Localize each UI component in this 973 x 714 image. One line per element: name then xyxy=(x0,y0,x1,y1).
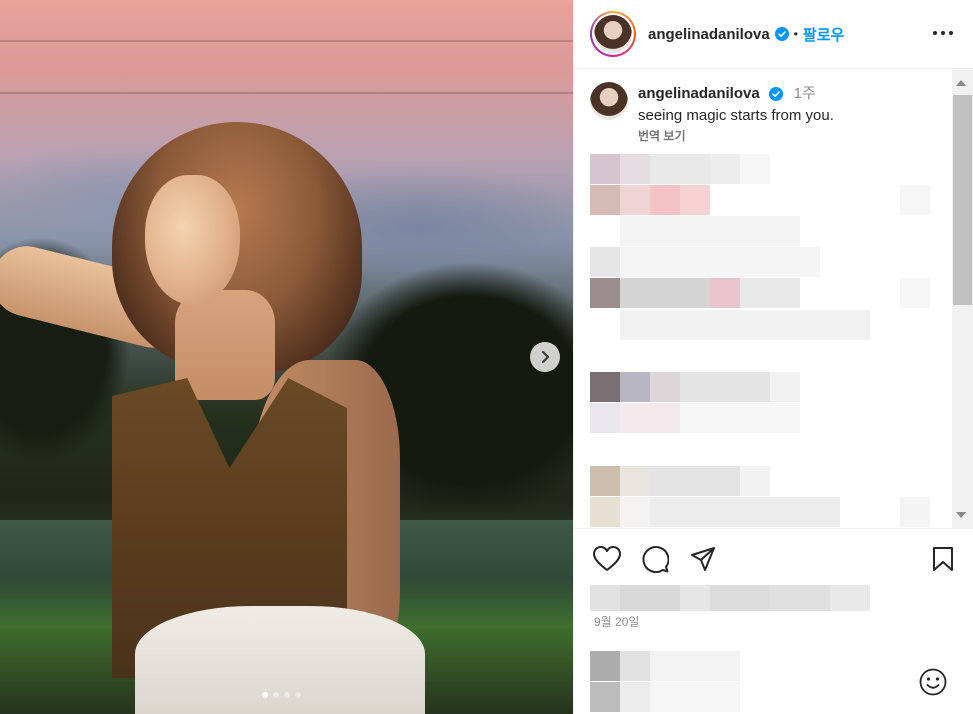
avatar xyxy=(594,15,632,53)
caption-time: 1주 xyxy=(793,85,816,102)
translate-link[interactable]: 번역 보기 xyxy=(638,127,834,144)
post-side-panel: angelinadanilova • 팔로우 angelinadanilova xyxy=(573,0,973,714)
emoji-icon[interactable] xyxy=(918,667,948,697)
verified-badge-icon xyxy=(769,86,784,101)
post-header: angelinadanilova • 팔로우 xyxy=(574,0,973,69)
carousel-dot xyxy=(262,692,268,698)
chevron-right-icon xyxy=(541,350,550,364)
more-options-icon[interactable] xyxy=(932,22,954,44)
verified-badge-icon xyxy=(774,27,789,41)
carousel-indicator xyxy=(262,692,301,698)
neck xyxy=(175,290,275,400)
comment-icon[interactable] xyxy=(640,544,670,574)
separator: • xyxy=(793,27,798,41)
next-slide-button[interactable] xyxy=(530,342,560,372)
post-photo[interactable] xyxy=(0,0,573,714)
carousel-dot xyxy=(273,692,279,698)
carousel-dot xyxy=(295,692,301,698)
heart-icon[interactable] xyxy=(592,544,622,574)
caption-username[interactable]: angelinadanilova xyxy=(638,85,760,102)
caption-avatar[interactable] xyxy=(590,82,628,120)
bookmark-icon[interactable] xyxy=(928,544,958,574)
instagram-post-view: angelinadanilova • 팔로우 angelinadanilova xyxy=(0,0,973,714)
scroll-thumb[interactable] xyxy=(953,95,972,305)
header-username[interactable]: angelinadanilova xyxy=(648,26,770,43)
post-caption: angelinadanilova 1주 seeing magic starts … xyxy=(590,82,834,144)
power-line xyxy=(0,40,573,42)
story-ring[interactable] xyxy=(590,11,636,57)
carousel-dot xyxy=(284,692,290,698)
caption-text: seeing magic starts from you. xyxy=(638,107,834,124)
follow-button[interactable]: 팔로우 xyxy=(803,24,844,45)
scroll-down-arrow-icon[interactable] xyxy=(956,512,966,518)
face xyxy=(145,175,240,305)
post-actions: 9월 20일 xyxy=(574,528,973,712)
post-date: 9월 20일 xyxy=(594,615,640,629)
scroll-up-arrow-icon[interactable] xyxy=(956,80,966,86)
share-icon[interactable] xyxy=(688,544,718,574)
comments-section[interactable]: angelinadanilova 1주 seeing magic starts … xyxy=(574,70,954,528)
